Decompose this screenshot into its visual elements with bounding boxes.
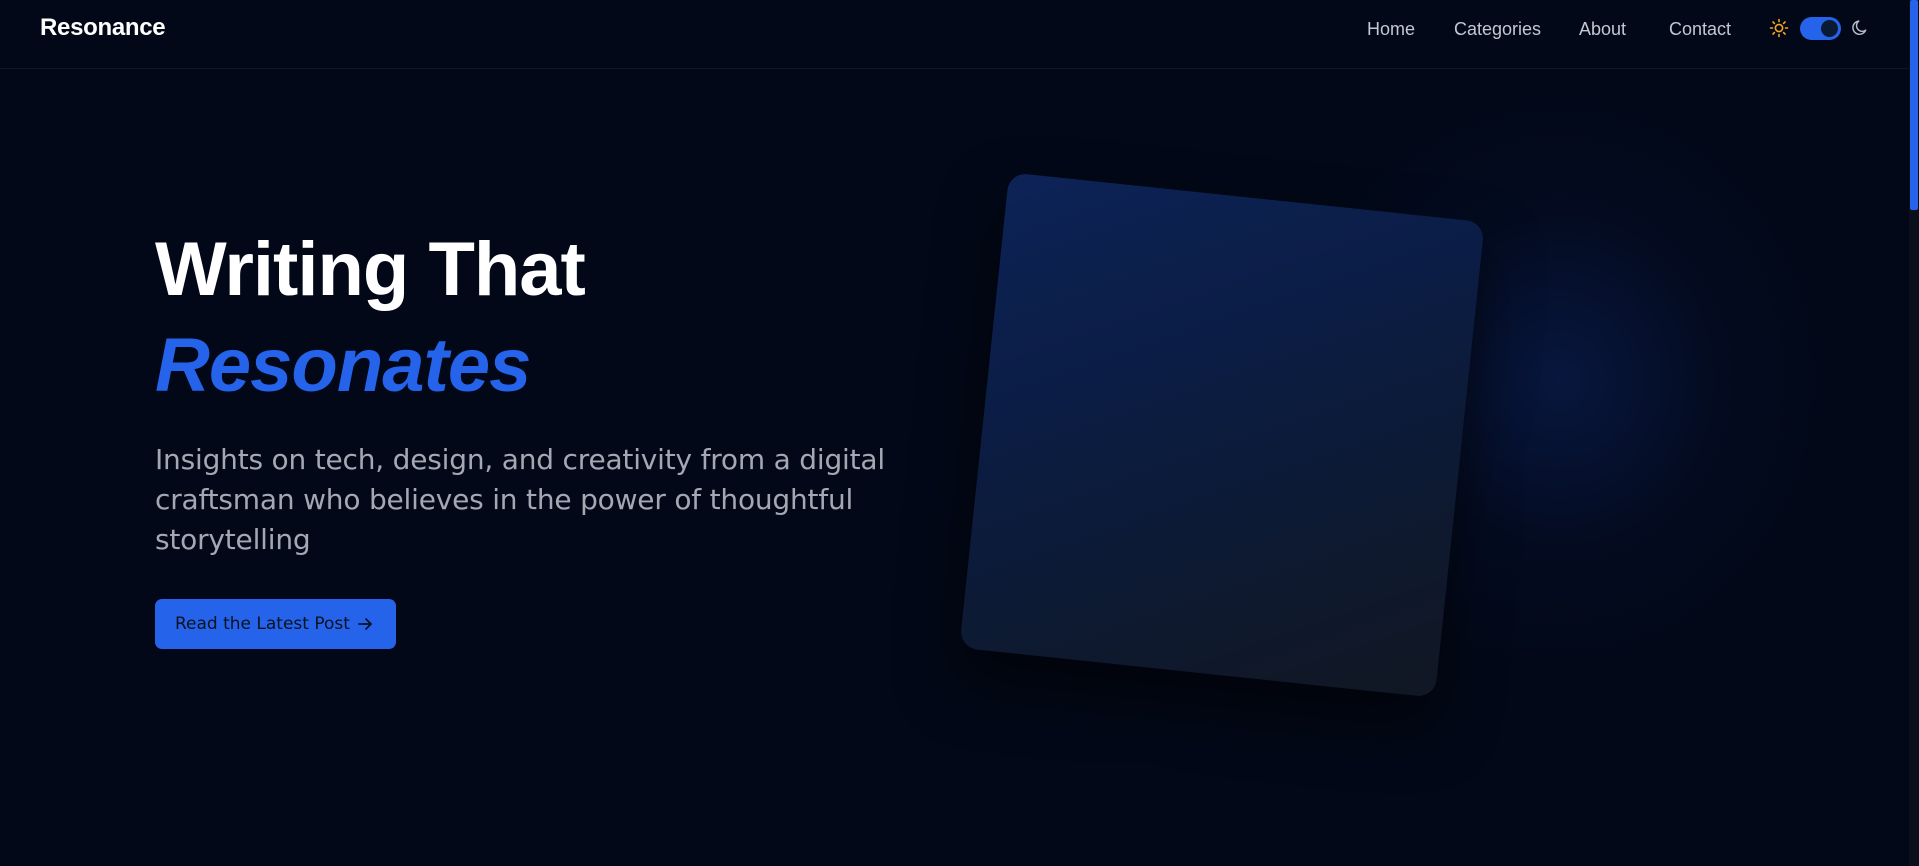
sun-icon <box>1769 18 1789 38</box>
nav-link-categories[interactable]: Categories <box>1454 19 1541 40</box>
hero-title: Writing That <box>155 227 586 312</box>
nav-link-home[interactable]: Home <box>1367 19 1415 40</box>
hero-decorative-card <box>959 172 1485 698</box>
cta-label: Read the Latest Post <box>175 614 350 634</box>
scrollbar-thumb[interactable] <box>1910 0 1918 210</box>
page-scrollbar[interactable] <box>1909 0 1919 866</box>
hero-title-accent: Resonates <box>155 323 531 408</box>
arrow-right-icon <box>356 615 374 633</box>
toggle-knob <box>1821 20 1838 37</box>
moon-icon <box>1851 18 1870 37</box>
nav-link-contact[interactable]: Contact <box>1669 19 1731 40</box>
theme-toggle[interactable] <box>1800 17 1841 40</box>
nav-link-about[interactable]: About <box>1579 19 1626 40</box>
read-latest-post-button[interactable]: Read the Latest Post <box>155 599 396 649</box>
brand-logo[interactable]: Resonance <box>40 14 166 42</box>
hero-subtitle: Insights on tech, design, and creativity… <box>155 443 885 556</box>
top-navbar: Resonance Home Categories About Contact <box>0 0 1909 69</box>
